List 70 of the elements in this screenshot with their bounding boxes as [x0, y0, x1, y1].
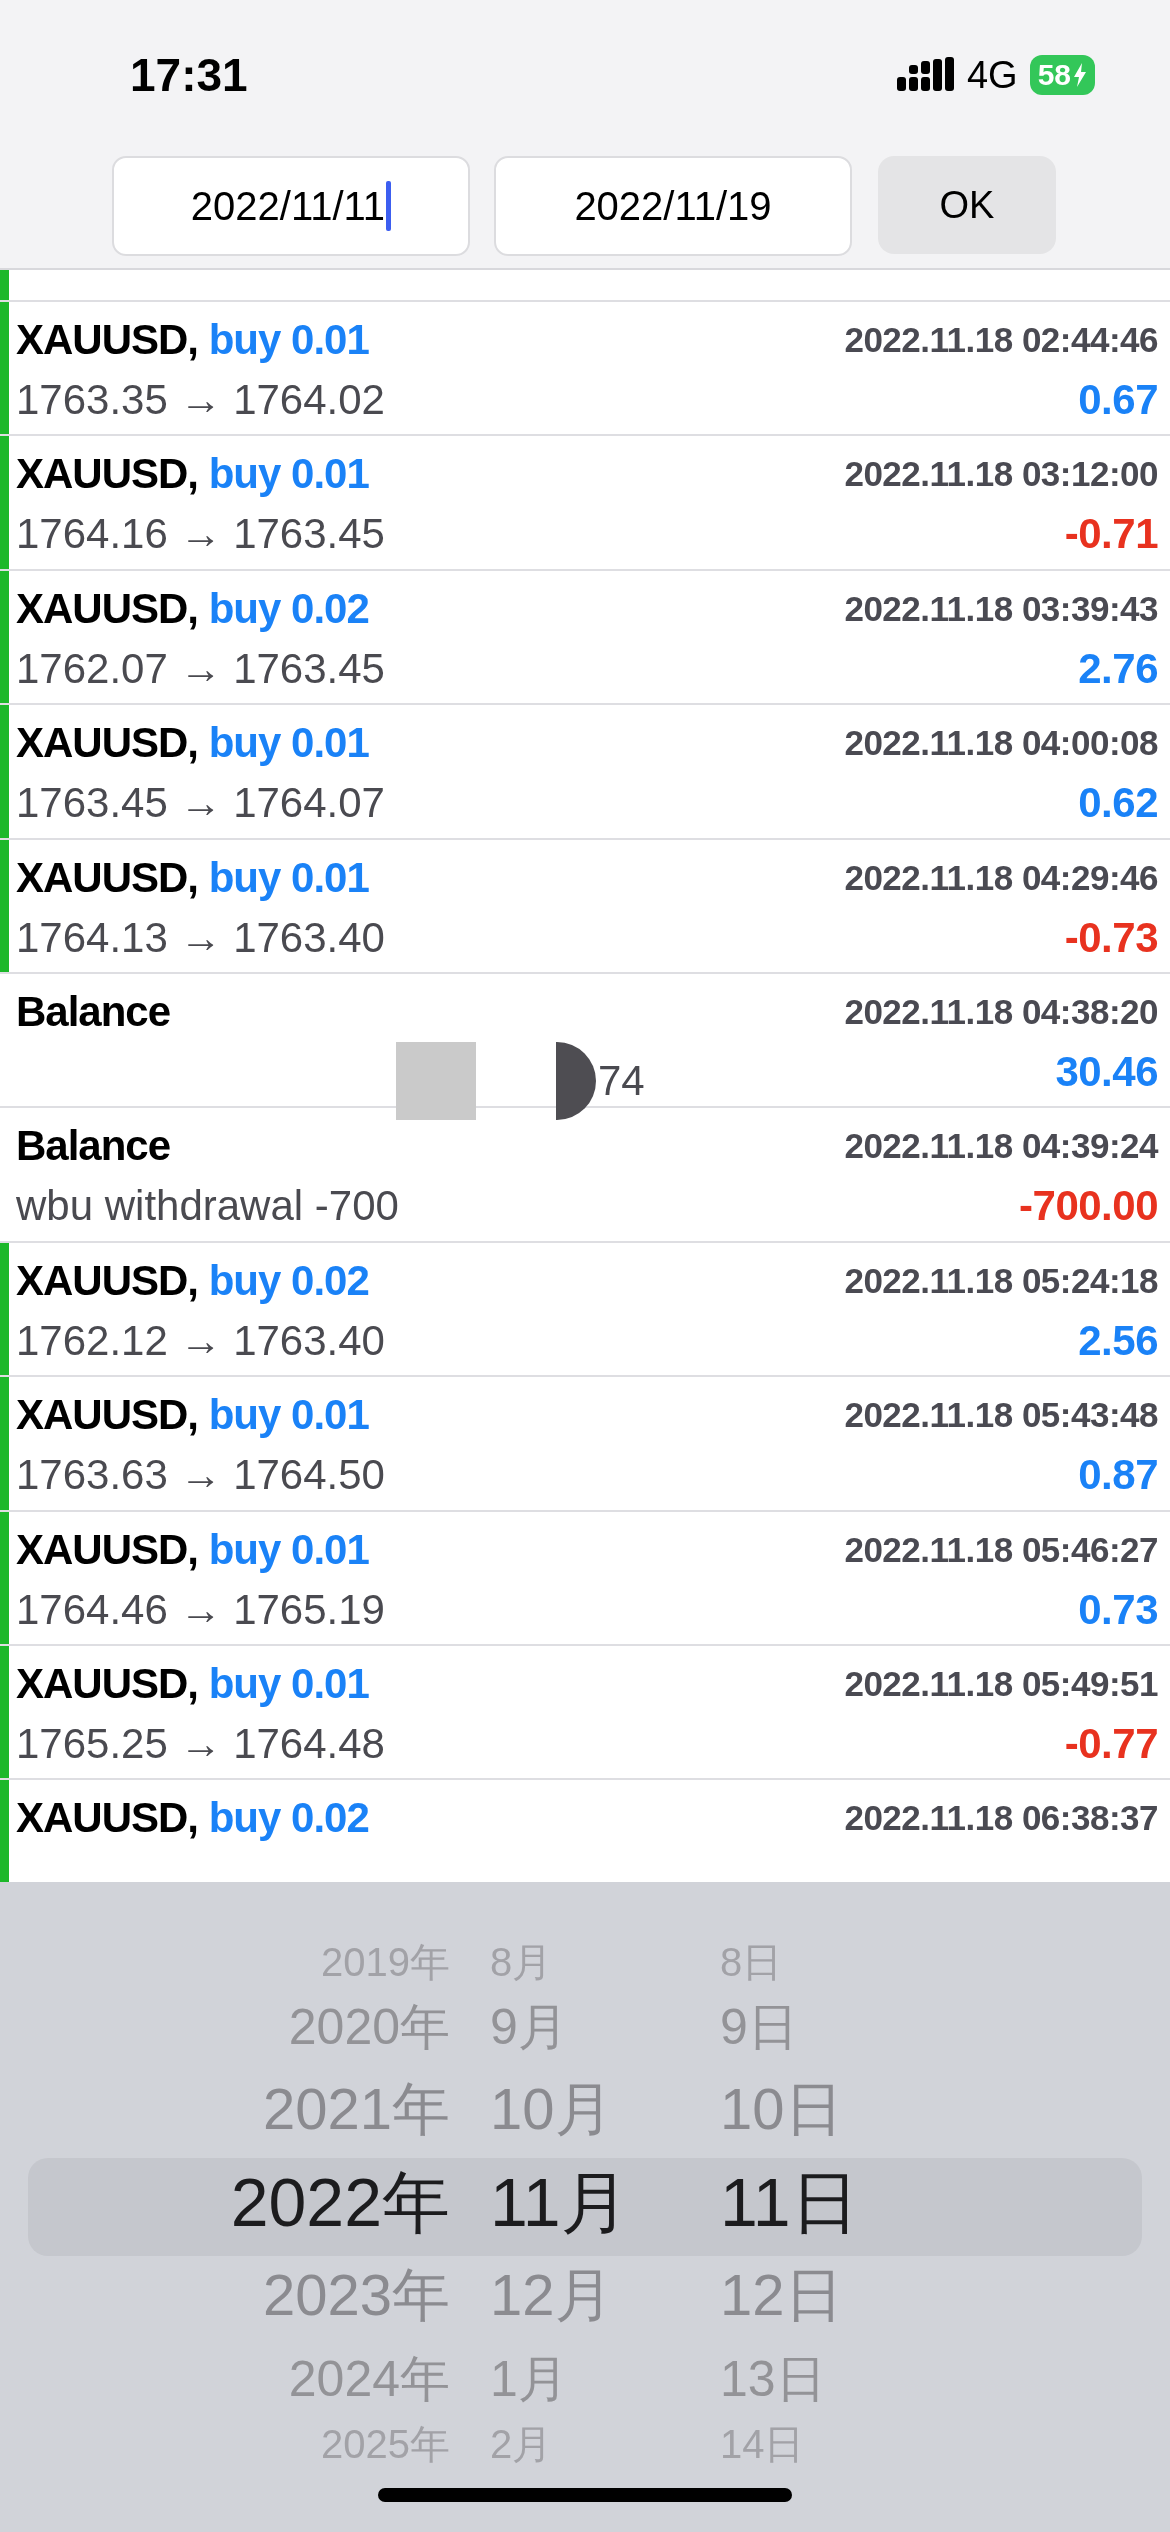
picker-day[interactable]: 10日 — [700, 2071, 1170, 2149]
deal-title: XAUUSD, buy 0.01 — [16, 450, 369, 499]
end-date-field[interactable]: 2022/11/19 — [494, 156, 852, 256]
deal-time: 2022.11.18 05:24:18 — [844, 1260, 1158, 1301]
price-range: 1763.35 → 1764.02 — [16, 376, 385, 424]
deal-title: XAUUSD, buy 0.01 — [16, 853, 369, 902]
price-range: 1763.45 → 1764.07 — [16, 779, 385, 828]
price-range: 1764.13 → 1763.40 — [16, 913, 385, 962]
picker-day[interactable]: 11日 — [700, 2157, 1170, 2249]
price-range: 1763.63 → 1764.50 — [16, 1451, 385, 1500]
deal-time: 2022.11.18 02:44:46 — [844, 320, 1158, 360]
picker-month[interactable]: 10月 — [480, 2071, 700, 2149]
deal-profit: -700.00 — [1019, 1182, 1158, 1231]
deal-profit: -0.77 — [1064, 1719, 1158, 1768]
picker-year[interactable]: 2020年 — [0, 1993, 480, 2061]
deal-profit: 0.62 — [1078, 779, 1158, 828]
deal-profit: 2.76 — [1078, 644, 1158, 693]
picker-month[interactable]: 11月 — [480, 2157, 700, 2249]
deal-time: 2022.11.18 05:49:51 — [844, 1663, 1158, 1704]
picker-year[interactable]: 2023年 — [0, 2257, 480, 2335]
picker-month[interactable]: 1月 — [480, 2345, 700, 2413]
deal-title: XAUUSD, buy 0.01 — [16, 1525, 369, 1574]
deal-time: 2022.11.18 04:29:46 — [844, 857, 1158, 898]
battery-indicator: 58 — [1029, 55, 1095, 95]
deal-profit: -0.71 — [1064, 510, 1158, 559]
signal-icon — [896, 57, 955, 93]
deal-title: XAUUSD, buy 0.01 — [16, 316, 369, 364]
price-range: 1762.07 → 1763.45 — [16, 644, 385, 693]
picker-day[interactable]: 9日 — [700, 1993, 1170, 2061]
price-range: 1765.25 → 1764.48 — [16, 1719, 385, 1768]
deal-profit: 2.56 — [1078, 1316, 1158, 1365]
deal-time: 2022.11.18 04:38:20 — [844, 991, 1158, 1032]
picker-month[interactable]: 9月 — [480, 1993, 700, 2061]
deal-time: 2022.11.18 04:00:08 — [844, 723, 1158, 764]
deal-time: 2022.11.18 05:43:48 — [844, 1395, 1158, 1436]
deal-time: 2022.11.18 03:12:00 — [844, 454, 1158, 495]
deal-time: 2022.11.18 06:38:37 — [844, 1798, 1158, 1839]
start-date-field[interactable]: 2022/11/11 — [112, 156, 470, 256]
network-label: 4G — [966, 53, 1018, 97]
picker-year[interactable]: 2022年 — [0, 2157, 480, 2249]
price-range: 1764.16 → 1763.45 — [16, 510, 385, 559]
deal-title: XAUUSD, buy 0.02 — [16, 1794, 369, 1843]
deal-title: Balance — [16, 1122, 171, 1171]
trade-marker-bar — [0, 270, 9, 300]
picker-month[interactable]: 12月 — [480, 2257, 700, 2335]
deal-title: XAUUSD, buy 0.01 — [16, 719, 369, 768]
ok-button[interactable]: OK — [878, 156, 1056, 254]
deal-title: XAUUSD, buy 0.01 — [16, 1659, 369, 1708]
deal-title: XAUUSD, buy 0.01 — [16, 1391, 369, 1440]
deal-profit: -0.73 — [1064, 913, 1158, 962]
picker-day[interactable]: 13日 — [700, 2345, 1170, 2413]
deal-title: Balance — [16, 987, 171, 1036]
deal-profit: 0.73 — [1078, 1585, 1158, 1634]
status-time: 17:31 — [130, 48, 248, 102]
text-cursor — [386, 181, 392, 231]
deal-comment: 74 — [598, 1056, 645, 1105]
deal-time: 2022.11.18 03:39:43 — [844, 588, 1158, 629]
price-range: 1764.46 → 1765.19 — [16, 1585, 385, 1634]
deal-profit: 30.46 — [1055, 1047, 1158, 1096]
picker-day[interactable]: 12日 — [700, 2257, 1170, 2335]
deal-time: 2022.11.18 05:46:27 — [844, 1529, 1158, 1570]
deal-title: XAUUSD, buy 0.02 — [16, 1256, 369, 1305]
deal-title: XAUUSD, buy 0.02 — [16, 584, 369, 633]
deal-time: 2022.11.18 04:39:24 — [844, 1126, 1158, 1167]
deal-profit: 0.87 — [1078, 1451, 1158, 1500]
picker-year[interactable]: 2024年 — [0, 2345, 480, 2413]
deal-profit: 0.67 — [1078, 376, 1158, 424]
price-range: 1762.12 → 1763.40 — [16, 1316, 385, 1365]
deal-comment: wbu withdrawal -700 — [16, 1182, 399, 1231]
picker-year[interactable]: 2021年 — [0, 2071, 480, 2149]
